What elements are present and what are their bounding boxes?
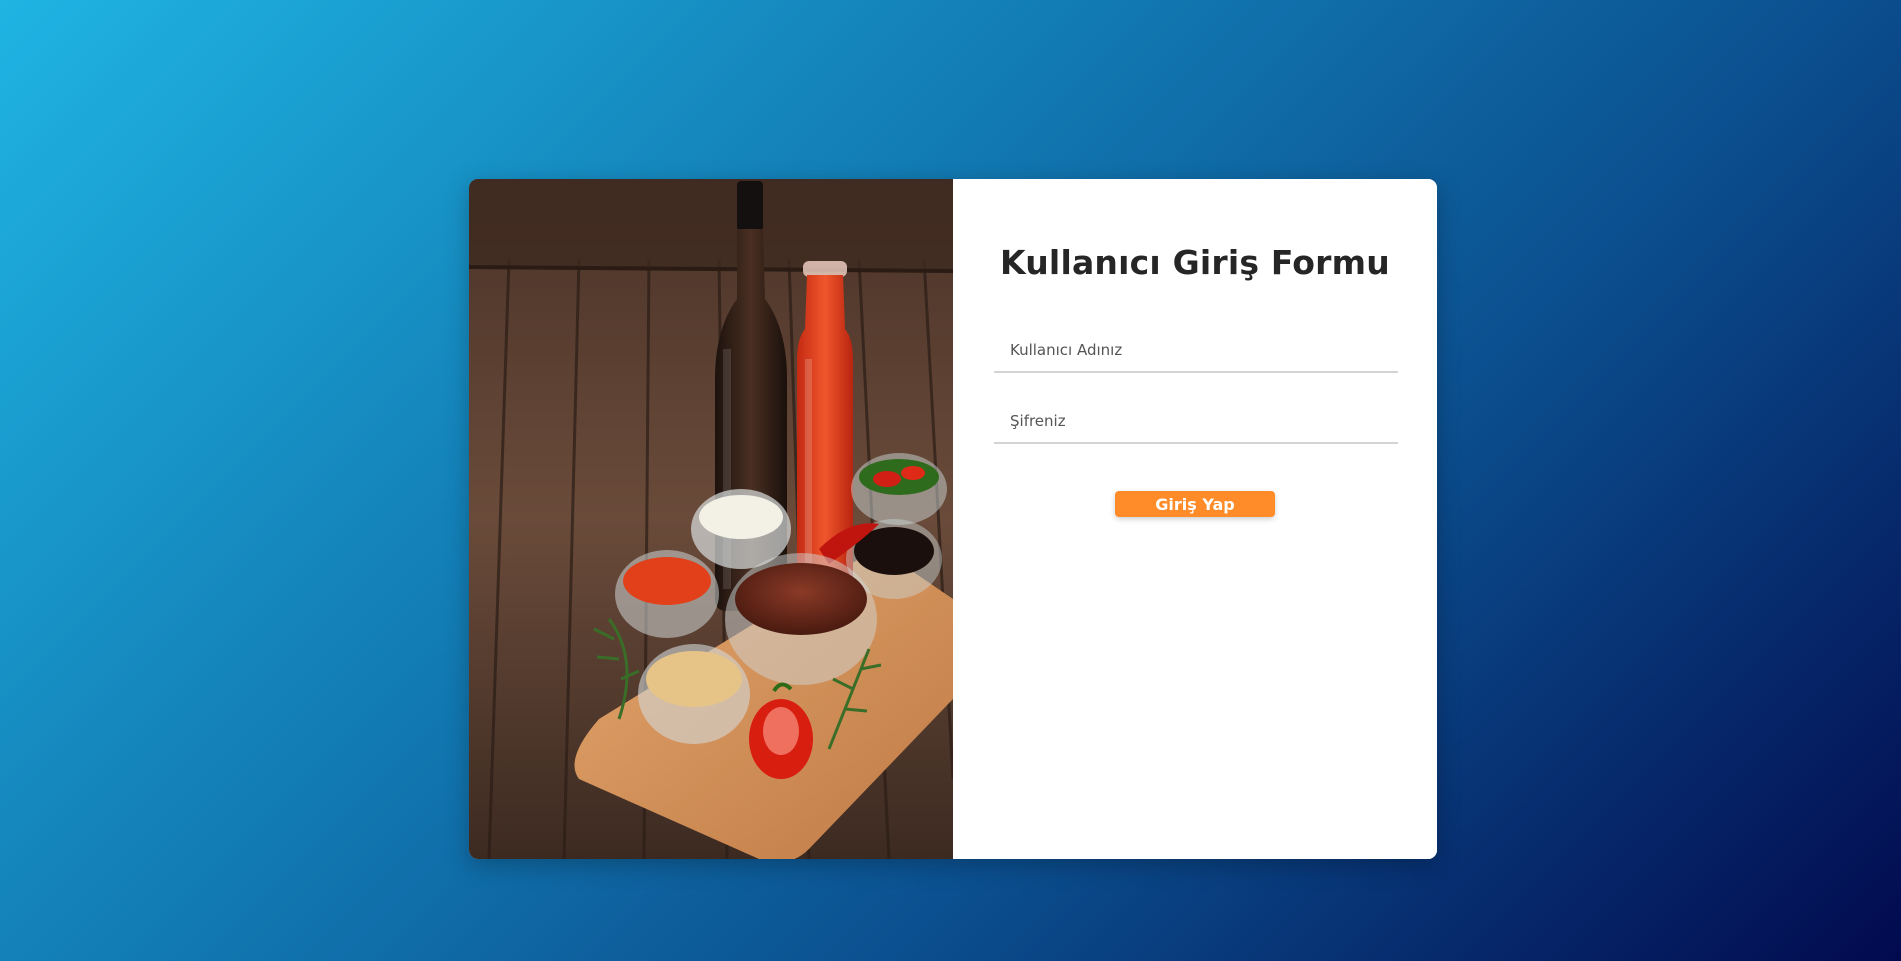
login-button[interactable]: Giriş Yap bbox=[1115, 491, 1275, 517]
username-input[interactable] bbox=[994, 329, 1398, 373]
sauces-photo bbox=[469, 179, 953, 859]
login-card: Kullanıcı Giriş Formu Giriş Yap bbox=[469, 179, 1437, 859]
form-title: Kullanıcı Giriş Formu bbox=[1000, 243, 1390, 282]
login-form-panel: Kullanıcı Giriş Formu Giriş Yap bbox=[953, 179, 1437, 859]
password-input[interactable] bbox=[994, 400, 1398, 444]
